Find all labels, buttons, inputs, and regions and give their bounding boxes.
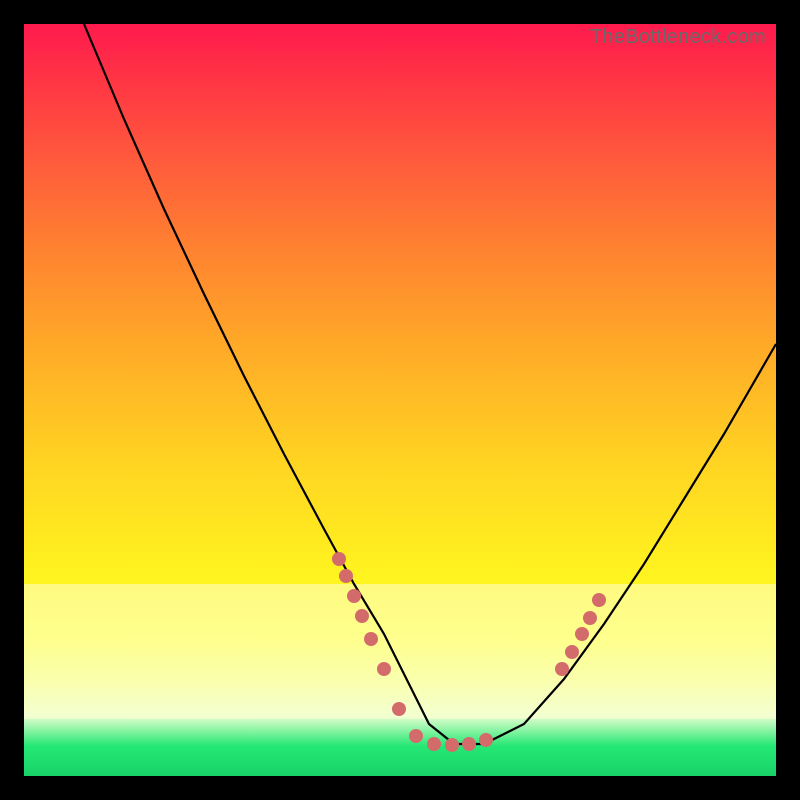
curve-layer [24,24,776,776]
curve-marker [339,569,353,583]
curve-marker [575,627,589,641]
curve-marker [392,702,406,716]
curve-marker [377,662,391,676]
curve-marker [347,589,361,603]
curve-marker [332,552,346,566]
curve-marker [583,611,597,625]
curve-marker [462,737,476,751]
curve-marker [364,632,378,646]
outer-frame: TheBottleneck.com [0,0,800,800]
curve-marker [427,737,441,751]
watermark-text: TheBottleneck.com [590,26,766,49]
curve-marker [479,733,493,747]
curve-marker [592,593,606,607]
curve-marker [565,645,579,659]
curve-marker [445,738,459,752]
marker-group [332,552,606,752]
curve-marker [409,729,423,743]
curve-marker [355,609,369,623]
bottleneck-curve [84,24,776,744]
plot-area: TheBottleneck.com [24,24,776,776]
curve-marker [555,662,569,676]
